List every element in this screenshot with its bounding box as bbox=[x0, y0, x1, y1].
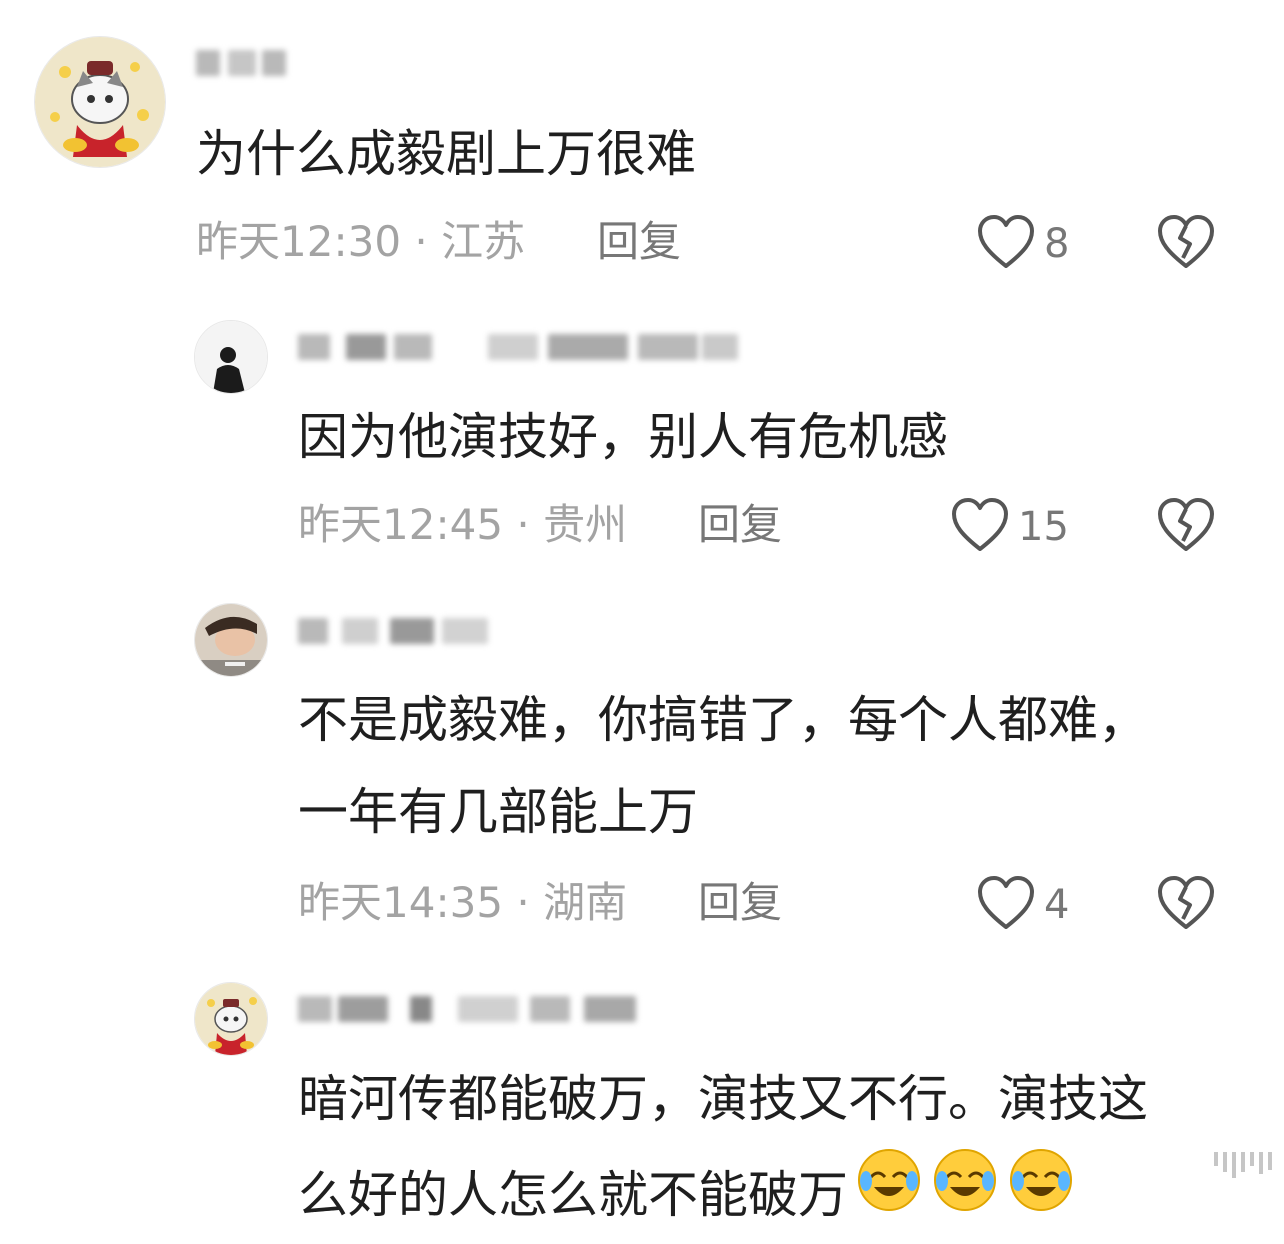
username-blurred[interactable] bbox=[298, 612, 498, 652]
avatar[interactable] bbox=[194, 982, 268, 1056]
comment-time-location: 昨天12:30 · 江苏 bbox=[196, 217, 526, 266]
comment-text: 暗河传都能破万，演技又不行。演技这 么好的人怎么就不能破万 bbox=[298, 1053, 1148, 1244]
dislike-button[interactable] bbox=[1156, 875, 1216, 935]
username-blurred[interactable] bbox=[196, 44, 291, 84]
comment-line: 不是成毅难，你搞错了，每个人都难， bbox=[298, 691, 1148, 749]
username-blurred[interactable] bbox=[298, 990, 648, 1030]
comment-line: 一年有几部能上万 bbox=[298, 783, 698, 841]
comment-line: 么好的人怎么就不能破万 bbox=[298, 1165, 848, 1224]
reply-button[interactable]: 回复 bbox=[698, 878, 782, 928]
comment-line: 暗河传都能破万，演技又不行。演技这 bbox=[298, 1070, 1148, 1128]
broken-heart-icon bbox=[1156, 876, 1216, 935]
heart-outline-icon bbox=[976, 875, 1036, 935]
comment-time-location: 昨天12:45 · 贵州 bbox=[298, 500, 628, 549]
comment-text: 为什么成毅剧上万很难 bbox=[196, 108, 696, 200]
avatar[interactable] bbox=[194, 603, 268, 677]
heart-outline-icon bbox=[976, 214, 1036, 274]
watermark bbox=[1214, 1152, 1272, 1178]
comment-text: 因为他演技好，别人有危机感 bbox=[298, 391, 948, 483]
laughing-crying-emoji bbox=[854, 1145, 924, 1244]
avatar[interactable] bbox=[194, 320, 268, 394]
like-count: 15 bbox=[1018, 504, 1069, 550]
broken-heart-icon bbox=[1156, 498, 1216, 557]
like-count: 8 bbox=[1044, 221, 1070, 267]
comment-line: 为什么成毅剧上万很难 bbox=[196, 125, 696, 183]
like-count: 4 bbox=[1044, 882, 1070, 928]
dislike-button[interactable] bbox=[1156, 497, 1216, 557]
laughing-crying-emoji bbox=[1006, 1145, 1076, 1244]
emoji-row bbox=[854, 1145, 1076, 1244]
dislike-button[interactable] bbox=[1156, 214, 1216, 274]
comment-text: 不是成毅难，你搞错了，每个人都难， 一年有几部能上万 bbox=[298, 674, 1148, 858]
reply-button[interactable]: 回复 bbox=[698, 500, 782, 550]
comment-line-wrap: 么好的人怎么就不能破万 bbox=[298, 1145, 1148, 1244]
heart-outline-icon bbox=[950, 497, 1010, 557]
username-blurred[interactable] bbox=[298, 328, 743, 368]
avatar[interactable] bbox=[34, 36, 166, 168]
comment-line: 因为他演技好，别人有危机感 bbox=[298, 408, 948, 466]
reply-button[interactable]: 回复 bbox=[597, 217, 681, 267]
comment-time-location: 昨天14:35 · 湖南 bbox=[298, 878, 628, 927]
laughing-crying-emoji bbox=[930, 1145, 1000, 1244]
like-button[interactable]: 15 bbox=[950, 497, 1069, 557]
broken-heart-icon bbox=[1156, 215, 1216, 274]
like-button[interactable]: 8 bbox=[976, 214, 1069, 274]
like-button[interactable]: 4 bbox=[976, 875, 1069, 935]
